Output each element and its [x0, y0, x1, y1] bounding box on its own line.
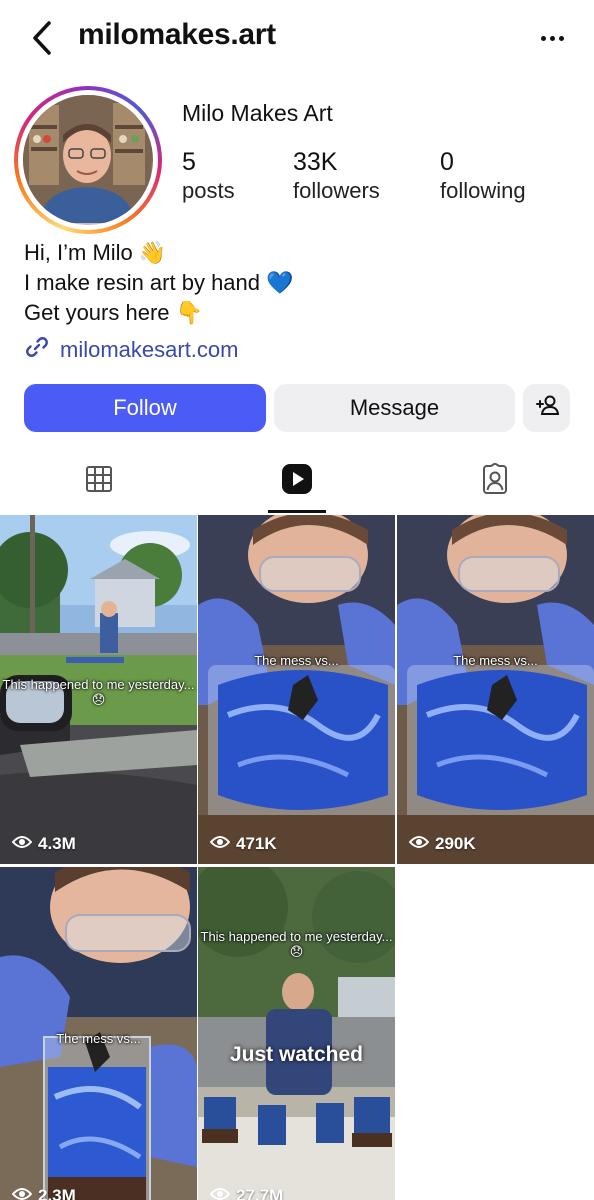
following-stat[interactable]: 0 following — [440, 148, 526, 206]
display-name: Milo Makes Art — [182, 100, 333, 126]
link-icon — [24, 334, 50, 366]
followers-stat[interactable]: 33K followers — [293, 148, 380, 206]
reel-views: 4.3M — [11, 834, 76, 854]
reel-tile[interactable]: This happened to me yesterday...😞 4.3M — [0, 515, 197, 864]
reel-thumbnail — [198, 867, 395, 1200]
bio-link[interactable]: milomakesart.com — [24, 334, 238, 366]
reel-thumbnail — [198, 515, 395, 864]
profile-handle: milomakes.art — [78, 18, 276, 51]
tab-reels[interactable] — [198, 448, 396, 514]
posts-label: posts — [182, 178, 235, 203]
bio: Hi, I’m Milo 👋 I make resin art by hand … — [24, 238, 294, 328]
reel-view-count: 290K — [435, 834, 476, 853]
back-arrow-icon[interactable] — [24, 18, 60, 58]
reel-view-count: 4.3M — [38, 834, 76, 853]
followers-label: followers — [293, 178, 380, 203]
eye-icon — [209, 834, 231, 854]
grid-icon — [85, 465, 113, 498]
eye-icon — [11, 834, 33, 854]
reel-views: 471K — [209, 834, 277, 854]
reels-icon — [281, 463, 313, 500]
active-tab-indicator — [268, 510, 326, 513]
reel-caption-big: Just watched — [229, 1043, 364, 1066]
eye-icon — [209, 1186, 231, 1200]
tab-tagged[interactable] — [396, 448, 594, 514]
reel-caption: This happened to me yesterday...😞 — [200, 929, 393, 959]
profile-tabs — [0, 448, 594, 514]
avatar-story-ring[interactable] — [14, 86, 162, 234]
link-text: milomakesart.com — [60, 337, 239, 362]
message-button[interactable]: Message — [274, 384, 515, 432]
tab-grid[interactable] — [0, 448, 198, 514]
reel-view-count: 2.3M — [38, 1186, 76, 1200]
reel-views: 27.7M — [209, 1186, 284, 1200]
reel-tile[interactable]: The mess vs... 471K — [198, 515, 395, 864]
reel-tile[interactable]: This happened to me yesterday...😞 Just w… — [198, 867, 395, 1200]
eye-icon — [408, 834, 430, 854]
reel-caption: The mess vs... — [56, 1031, 141, 1046]
reel-tile[interactable]: The mess vs... 290K — [397, 515, 594, 864]
reel-views: 2.3M — [11, 1186, 76, 1200]
followers-count: 33K — [293, 148, 338, 176]
reel-thumbnail — [397, 515, 594, 864]
posts-count: 5 — [182, 148, 196, 176]
reel-caption: This happened to me yesterday...😞 — [2, 677, 195, 707]
eye-icon — [11, 1186, 33, 1200]
bio-line: Hi, I’m Milo 👋 — [24, 240, 167, 265]
reel-tile[interactable]: The mess vs... 2.3M — [0, 867, 197, 1200]
posts-stat[interactable]: 5 posts — [182, 148, 235, 206]
follow-button[interactable]: Follow — [24, 384, 266, 432]
add-user-icon — [534, 393, 560, 423]
reel-views: 290K — [408, 834, 476, 854]
reel-view-count: 27.7M — [236, 1186, 284, 1200]
more-options-icon[interactable] — [534, 22, 570, 54]
tagged-icon — [479, 461, 511, 500]
bio-line: Get yours here 👇 — [24, 300, 204, 325]
avatar — [23, 95, 153, 225]
top-bar: milomakes.art — [0, 0, 594, 80]
reel-caption: The mess vs... — [453, 653, 538, 668]
bio-line: I make resin art by hand 💙 — [24, 270, 294, 295]
reel-caption: The mess vs... — [254, 653, 339, 668]
following-label: following — [440, 178, 526, 203]
add-user-button[interactable] — [523, 384, 570, 432]
following-count: 0 — [440, 148, 454, 176]
reel-view-count: 471K — [236, 834, 277, 853]
